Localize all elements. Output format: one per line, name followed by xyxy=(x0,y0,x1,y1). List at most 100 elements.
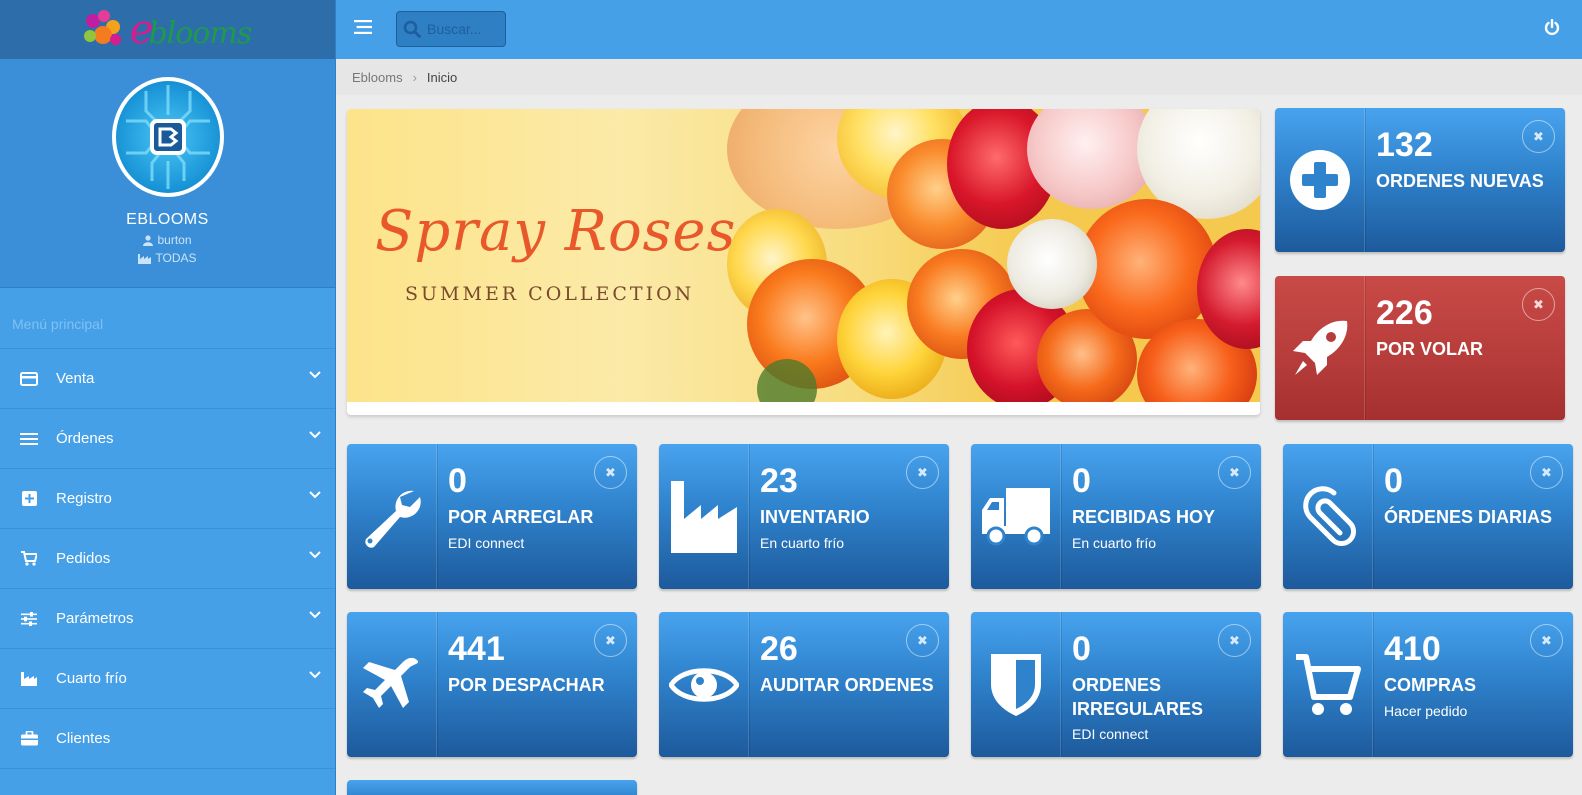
card-auditar-ordenes[interactable]: 26 AUDITAR ORDENES ✖ xyxy=(659,612,949,757)
card-ordenes-diarias[interactable]: 0 ÓRDENES DIARIAS ✖ xyxy=(1283,444,1573,589)
paperclip-icon xyxy=(1302,485,1356,546)
card-inventario[interactable]: 23 INVENTARIO En cuarto frío ✖ xyxy=(659,444,949,589)
card-label: AUDITAR ORDENES xyxy=(760,675,934,695)
eye-icon xyxy=(668,667,739,702)
power-icon[interactable] xyxy=(1544,19,1560,36)
sidebar-item-venta[interactable]: Venta xyxy=(0,349,335,409)
search-box xyxy=(396,11,506,47)
sidebar-item-label: Pedidos xyxy=(56,550,111,567)
toggle-sidebar-icon[interactable] xyxy=(354,20,372,34)
card-por-despachar[interactable]: 441 POR DESPACHAR ✖ xyxy=(347,612,637,757)
plus-square-icon xyxy=(21,491,37,506)
close-icon[interactable]: ✖ xyxy=(1218,624,1251,657)
promo-banner[interactable]: Spray Roses SUMMER COLLECTION xyxy=(347,109,1260,415)
card-label: ÓRDENES DIARIAS xyxy=(1384,507,1553,527)
banner-subtitle: SUMMER COLLECTION xyxy=(405,283,695,305)
top-navbar xyxy=(336,0,1582,59)
card-label: INVENTARIO xyxy=(760,507,870,527)
close-icon[interactable]: ✖ xyxy=(1522,288,1555,321)
card-value: 26 xyxy=(760,630,798,668)
chevron-down-icon xyxy=(309,611,321,619)
close-icon[interactable]: ✖ xyxy=(1522,120,1555,153)
plus-circle-icon xyxy=(1289,150,1350,210)
close-icon[interactable]: ✖ xyxy=(1530,456,1563,489)
sidebar-item-label: Cuarto frío xyxy=(56,670,127,687)
industry-icon xyxy=(138,253,152,264)
card-sublabel: EDI connect xyxy=(448,535,525,551)
logo[interactable]: eblooms xyxy=(130,7,252,53)
card-value: 0 xyxy=(448,462,467,500)
sidebar-item-registro[interactable]: Registro xyxy=(0,469,335,529)
chevron-down-icon xyxy=(309,371,321,379)
sidebar-item-label: Registro xyxy=(56,490,112,507)
card-compras[interactable]: 410 COMPRAS Hacer pedido ✖ xyxy=(1283,612,1573,757)
rocket-icon xyxy=(1292,320,1347,375)
logo-bar: eblooms xyxy=(0,0,335,59)
card-label: COMPRAS xyxy=(1384,675,1477,695)
sidebar-item-parametros[interactable]: Parámetros xyxy=(0,589,335,649)
banner-image: Spray Roses SUMMER COLLECTION xyxy=(347,109,1260,402)
breadcrumb: Eblooms › Inicio xyxy=(336,59,1582,95)
logo-flower-icon xyxy=(83,9,124,50)
breadcrumb-current: Inicio xyxy=(426,69,458,85)
card-label: POR ARREGLAR xyxy=(448,507,594,527)
sidebar-item-label: Parámetros xyxy=(56,610,134,627)
chevron-down-icon xyxy=(309,431,321,439)
card-label: RECIBIDAS HOY xyxy=(1072,507,1216,527)
card-por-volar[interactable]: 226 POR VOLAR ✖ xyxy=(1275,276,1565,420)
list-icon xyxy=(20,432,38,445)
plane-icon xyxy=(362,657,418,708)
card-value: 0 xyxy=(1384,462,1403,500)
card-ordenes-irregulares[interactable]: 0 ORDENES IRREGULARES EDI connect ✖ xyxy=(971,612,1261,757)
credit-card-icon xyxy=(20,371,38,386)
close-icon[interactable]: ✖ xyxy=(906,624,939,657)
close-icon[interactable]: ✖ xyxy=(906,456,939,489)
user-info: burton xyxy=(143,233,192,247)
industry-icon xyxy=(670,480,737,553)
card-value: 410 xyxy=(1384,630,1441,668)
user-icon xyxy=(143,234,154,246)
cart-icon xyxy=(1295,653,1361,715)
sidebar-item-cuarto-frio[interactable]: Cuarto frío xyxy=(0,649,335,709)
breadcrumb-separator-icon: › xyxy=(412,69,417,85)
card-value: 132 xyxy=(1376,126,1433,164)
avatar-logo-icon xyxy=(149,119,186,155)
card-partial[interactable] xyxy=(347,780,637,795)
sidebar: eblooms EBLOOMS burton TODAS Menú princi… xyxy=(0,0,336,795)
card-value: 226 xyxy=(1376,294,1433,332)
chevron-down-icon xyxy=(309,551,321,559)
chevron-down-icon xyxy=(309,491,321,499)
sidebar-item-pedidos[interactable]: Pedidos xyxy=(0,529,335,589)
close-icon[interactable]: ✖ xyxy=(594,456,627,489)
sidebar-item-clientes[interactable]: Clientes xyxy=(0,709,335,769)
card-value: 0 xyxy=(1072,630,1091,668)
card-label: POR VOLAR xyxy=(1376,339,1484,359)
avatar[interactable] xyxy=(111,77,224,197)
close-icon[interactable]: ✖ xyxy=(594,624,627,657)
card-label: ORDENES IRREGULARES xyxy=(1072,675,1204,719)
menu-heading: Menú principal xyxy=(0,288,335,349)
search-input[interactable] xyxy=(427,21,497,37)
card-por-arreglar[interactable]: 0 POR ARREGLAR EDI connect ✖ xyxy=(347,444,637,589)
banner-title: Spray Roses xyxy=(375,199,737,264)
sidebar-item-ordenes[interactable]: Órdenes xyxy=(0,409,335,469)
sliders-icon xyxy=(21,611,37,626)
card-value: 23 xyxy=(760,462,798,500)
wrench-icon xyxy=(364,490,421,548)
sidebar-item-label: Órdenes xyxy=(56,430,114,447)
breadcrumb-root-link[interactable]: Eblooms xyxy=(352,70,403,85)
chevron-down-icon xyxy=(309,671,321,679)
close-icon[interactable]: ✖ xyxy=(1218,456,1251,489)
card-ordenes-nuevas[interactable]: 132 ORDENES NUEVAS ✖ xyxy=(1275,108,1565,252)
card-label: ORDENES NUEVAS xyxy=(1376,171,1544,191)
truck-icon xyxy=(981,487,1050,545)
search-icon[interactable] xyxy=(403,20,421,38)
logo-text: blooms xyxy=(148,15,252,51)
cart-icon xyxy=(21,551,37,566)
card-sublabel: Hacer pedido xyxy=(1384,703,1468,719)
close-icon[interactable]: ✖ xyxy=(1530,624,1563,657)
card-sublabel: En cuarto frío xyxy=(760,535,845,551)
card-recibidas-hoy[interactable]: 0 RECIBIDAS HOY En cuarto frío ✖ xyxy=(971,444,1261,589)
company-name: EBLOOMS xyxy=(126,211,209,228)
card-sublabel: En cuarto frío xyxy=(1072,535,1157,551)
